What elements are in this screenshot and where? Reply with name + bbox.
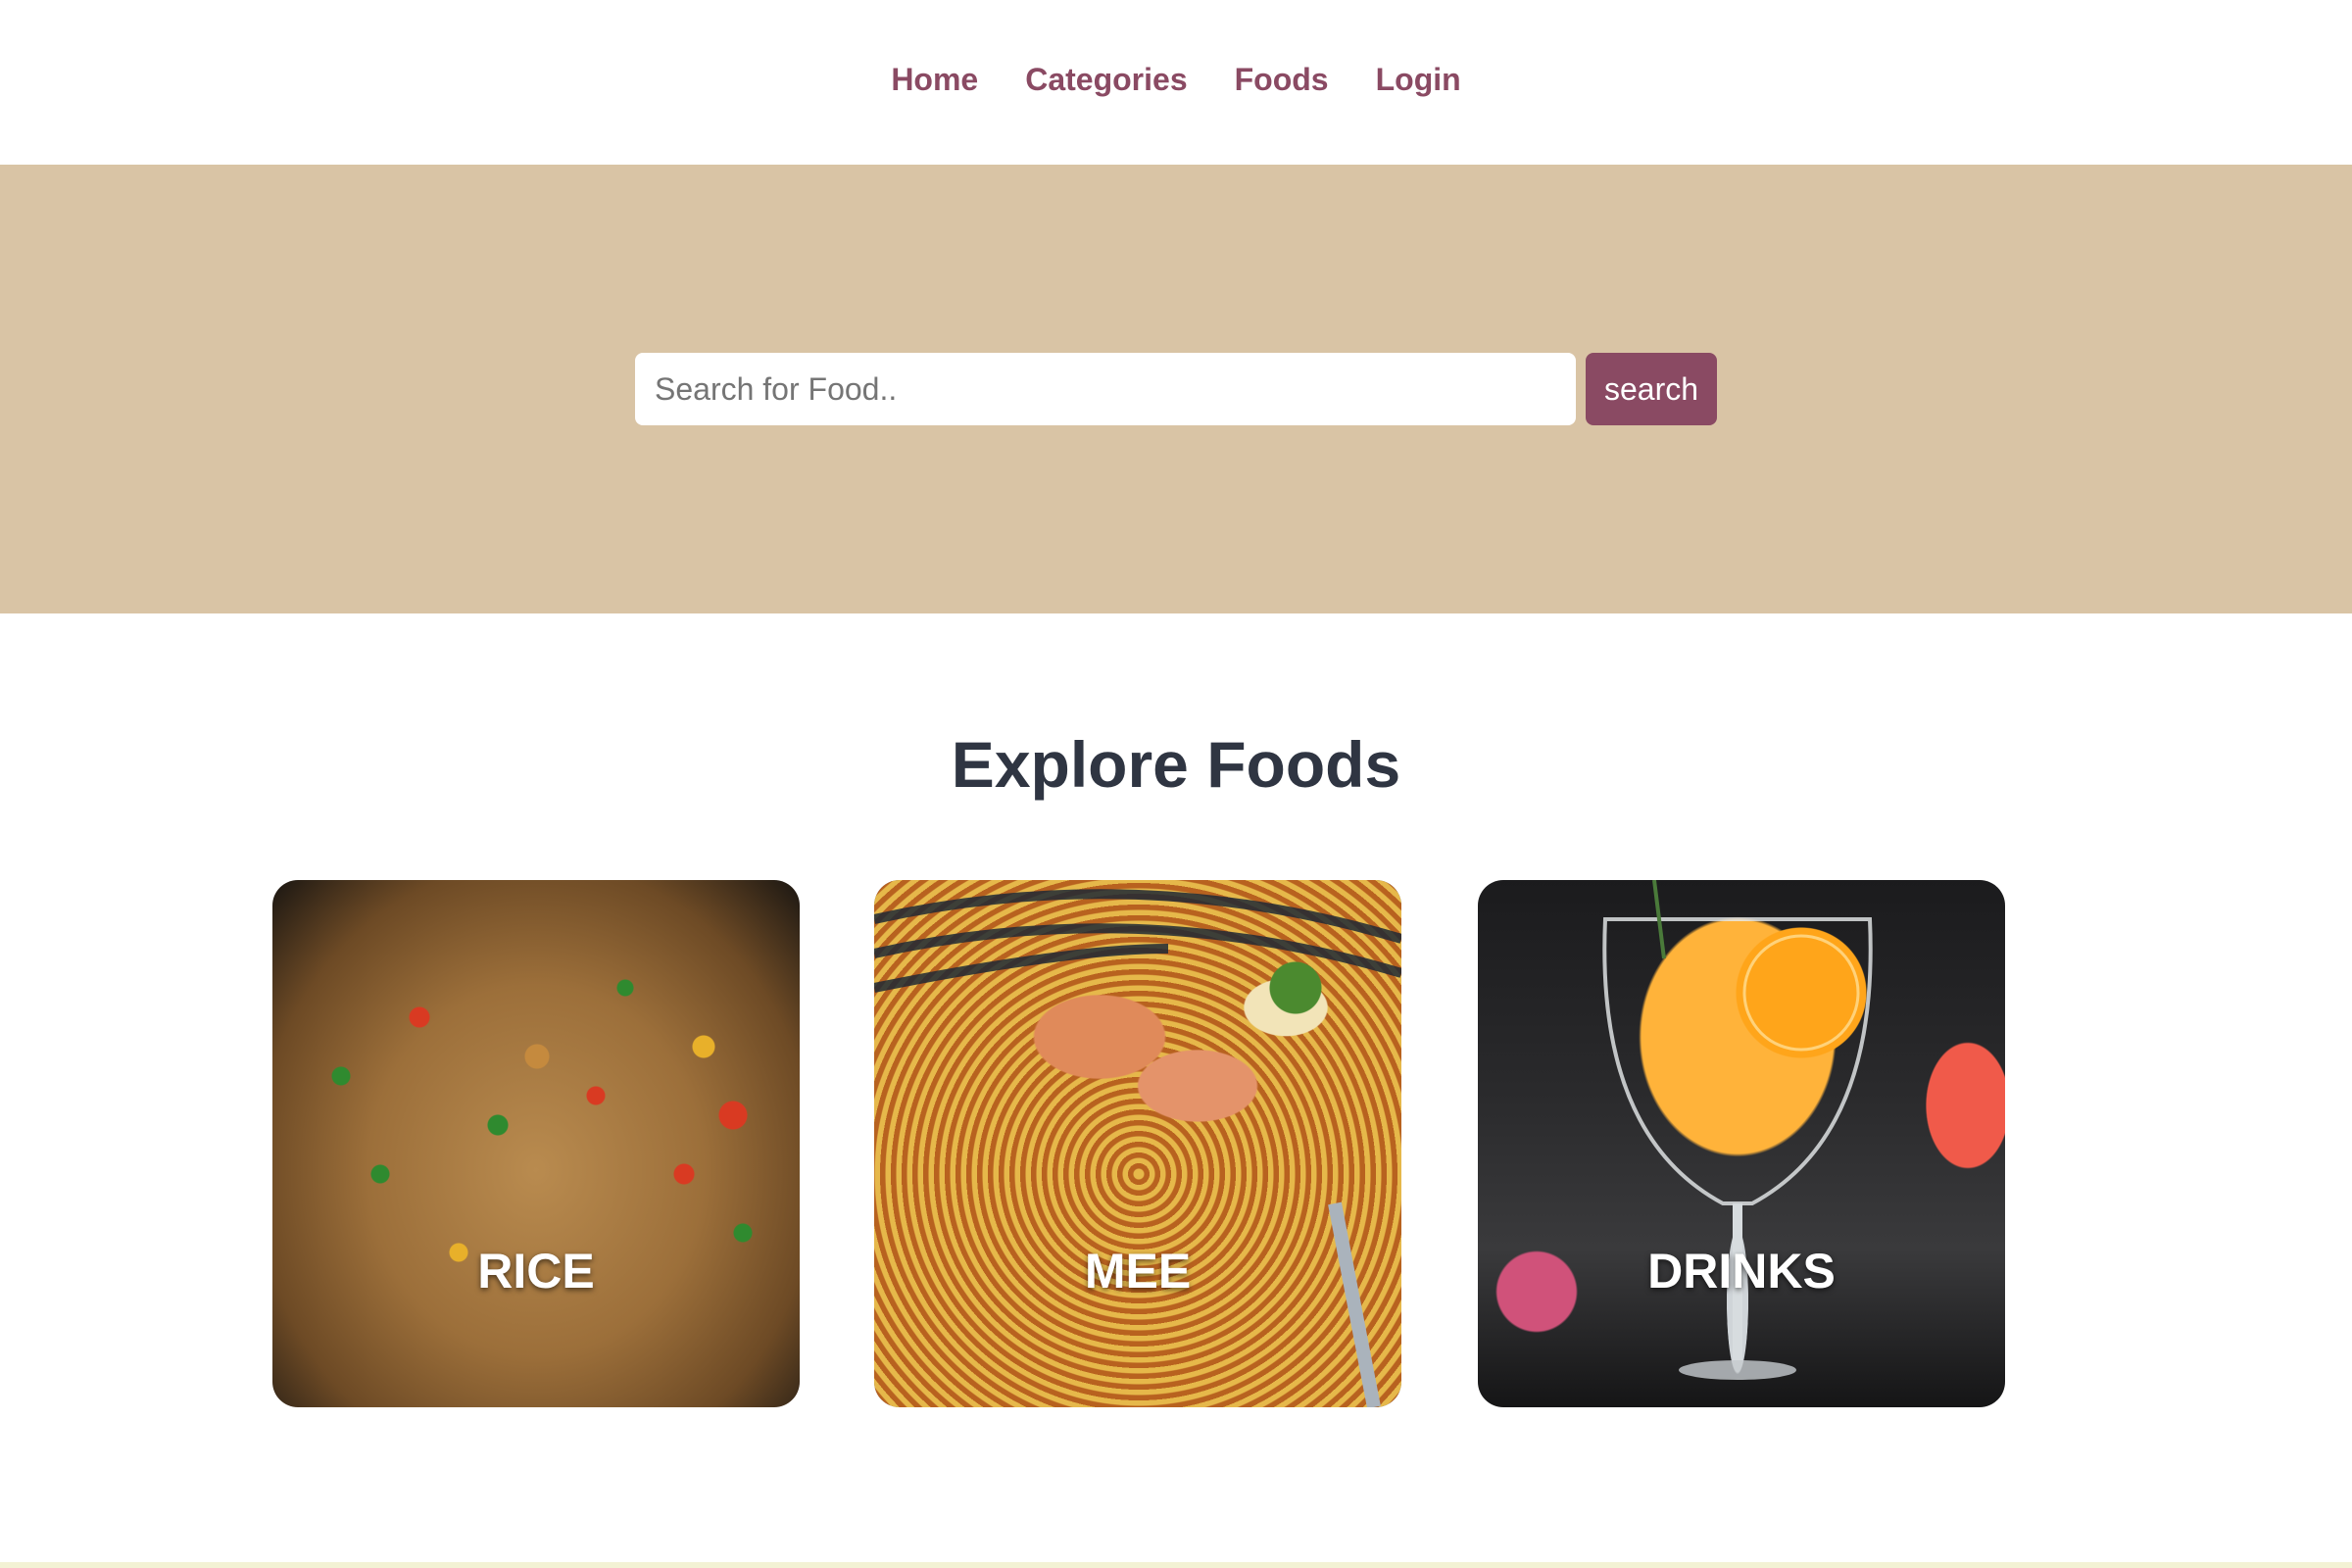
rice-image [272,880,800,1407]
drinks-image [1478,880,2005,1407]
category-label-drinks: DRINKS [1647,1244,1836,1298]
explore-title: Explore Foods [951,728,1401,801]
category-label-mee: MEE [1084,1244,1192,1298]
nav-links: Home Categories Foods Login [0,55,2352,104]
category-card-drinks[interactable]: DRINKS [1478,880,2005,1407]
nav-login-link[interactable]: Login [1376,55,1461,104]
nav-foods-link[interactable]: Foods [1235,55,1329,104]
search-form: search [635,353,1717,425]
category-card-rice[interactable]: RICE [272,880,800,1407]
category-label-rice: RICE [477,1244,595,1298]
category-cards: RICE MEE DRINKS [0,880,2352,1407]
mee-image [874,880,1401,1407]
search-button[interactable]: search [1586,353,1717,425]
nav-home-link[interactable]: Home [891,55,978,104]
footer-strip [0,1562,2352,1568]
food-search-section: search [0,165,2352,613]
navbar: Home Categories Foods Login [0,0,2352,165]
explore-section: Explore Foods RICE MEE DRINKS [0,613,2352,1564]
category-card-mee[interactable]: MEE [874,880,1401,1407]
search-input[interactable] [635,353,1576,425]
nav-categories-link[interactable]: Categories [1025,55,1187,104]
page: Home Categories Foods Login search Explo… [0,0,2352,1568]
